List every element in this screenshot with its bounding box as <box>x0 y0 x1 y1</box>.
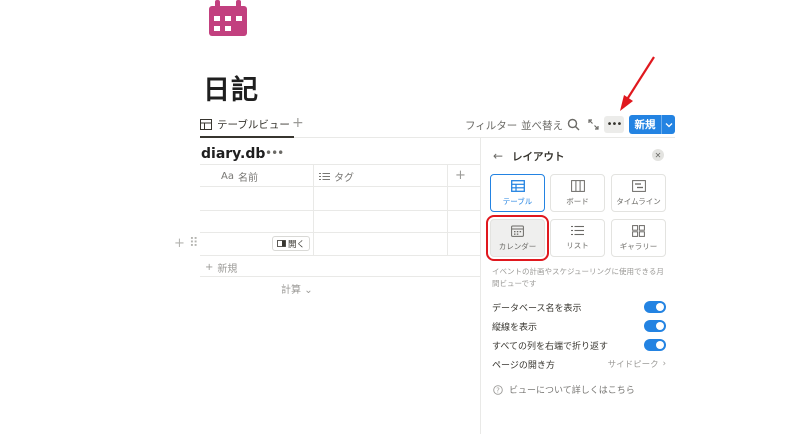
layout-label: リスト <box>566 241 589 250</box>
row-divider <box>200 186 480 187</box>
sidepeek-icon <box>277 240 286 247</box>
svg-text:?: ? <box>496 386 500 394</box>
setting-label: すべての列を右端で折り返す <box>492 341 609 352</box>
text-type-icon: Aa <box>221 171 234 182</box>
table-icon <box>510 179 525 192</box>
layout-option-table[interactable]: テーブル <box>490 174 545 212</box>
layout-option-list[interactable]: リスト <box>550 219 605 257</box>
filter-button[interactable]: フィルター <box>465 118 517 133</box>
setting-label: データベース名を表示 <box>492 303 582 314</box>
database-title[interactable]: diary.db <box>201 146 265 162</box>
search-icon[interactable] <box>567 118 580 131</box>
close-icon[interactable]: ✕ <box>652 149 664 161</box>
new-button-label: 新規 <box>634 119 656 131</box>
layout-label: ギャラリー <box>619 241 658 251</box>
page-title[interactable]: 日記 <box>203 68 259 107</box>
tab-label: テーブルビュー <box>217 119 290 131</box>
panel-title: レイアウト <box>512 151 565 163</box>
row-add-handle[interactable]: + ⠿ <box>174 236 199 251</box>
layout-option-gallery[interactable]: ギャラリー <box>611 219 666 257</box>
chevron-down-icon: ⌄ <box>304 285 313 296</box>
new-row-button[interactable]: + 新規 <box>205 260 237 275</box>
new-row-label: 新規 <box>217 264 238 275</box>
row-divider <box>200 276 480 277</box>
layout-description: イベントの計画やスケジューリングに使用できる月間ビューです <box>492 267 664 288</box>
table-icon <box>200 119 212 130</box>
setting-label: 縦線を表示 <box>492 322 538 333</box>
column-header-name[interactable]: Aa 名前 <box>221 169 258 184</box>
timeline-icon <box>631 179 646 192</box>
column-divider <box>447 164 448 255</box>
setting-label: ページの開き方 <box>492 360 555 371</box>
column-label: タグ <box>334 173 354 184</box>
more-icon: ••• <box>606 119 623 130</box>
layout-label: タイムライン <box>616 196 661 206</box>
calendar-layout-icon <box>511 225 524 237</box>
layout-label: ボード <box>566 196 589 206</box>
column-divider <box>313 164 314 255</box>
open-label: 開く <box>287 239 305 250</box>
calc-label: 計算 <box>281 285 301 296</box>
more-options-button[interactable]: ••• <box>604 116 624 133</box>
layout-option-calendar[interactable]: カレンダー <box>486 215 549 261</box>
row-divider <box>200 255 480 256</box>
layout-option-board[interactable]: ボード <box>550 174 605 212</box>
calculate-button[interactable]: 計算 ⌄ <box>281 281 313 296</box>
toggle-switch[interactable] <box>644 301 666 313</box>
new-button[interactable]: 新規 <box>629 115 675 134</box>
layout-option-timeline[interactable]: タイムライン <box>611 174 666 212</box>
column-header-tag[interactable]: タグ <box>319 169 354 184</box>
expand-icon[interactable] <box>587 118 600 131</box>
setting-vertical-lines[interactable]: 縦線を表示 <box>492 319 666 333</box>
annotation-arrow-icon <box>620 56 655 111</box>
tab-table-view[interactable]: テーブルビュー <box>200 113 294 138</box>
layout-label: テーブル <box>502 196 533 206</box>
setting-value: サイドピーク › <box>608 358 666 370</box>
open-row-button[interactable]: 開く <box>272 236 310 251</box>
layout-panel: ← レイアウト ✕ テーブル ボード タイムライン カレンダー リスト ギャラリ… <box>480 138 680 434</box>
chevron-down-icon[interactable] <box>662 122 675 128</box>
setting-wrap-columns[interactable]: すべての列を右端で折り返す <box>492 338 666 352</box>
list-layout-icon <box>571 225 584 236</box>
column-label: 名前 <box>237 173 258 184</box>
plus-icon: + <box>205 262 214 273</box>
row-divider <box>200 232 480 233</box>
database-more-icon[interactable]: ••• <box>265 146 284 160</box>
help-link[interactable]: ? ビューについて詳しくはこちら <box>493 383 635 396</box>
setting-open-pages-in[interactable]: ページの開き方 サイドピーク › <box>492 357 666 371</box>
chevron-right-icon: › <box>662 359 666 369</box>
calendar-icon <box>209 0 247 36</box>
back-arrow-icon[interactable]: ← <box>493 149 503 163</box>
gallery-icon <box>632 224 645 237</box>
help-label: ビューについて詳しくはこちら <box>509 386 635 396</box>
sort-button[interactable]: 並べ替え <box>521 118 563 133</box>
add-column-button[interactable]: + <box>455 168 466 183</box>
setting-value-text: サイドピーク <box>607 360 659 370</box>
row-divider <box>200 210 480 211</box>
table-divider <box>200 164 480 165</box>
help-icon: ? <box>493 384 503 395</box>
toggle-switch[interactable] <box>644 320 666 332</box>
layout-label: カレンダー <box>498 241 537 251</box>
toggle-switch[interactable] <box>644 339 666 351</box>
add-view-button[interactable]: + <box>292 115 304 131</box>
setting-show-db-name[interactable]: データベース名を表示 <box>492 300 666 314</box>
list-icon <box>319 173 330 180</box>
board-icon <box>570 179 585 192</box>
